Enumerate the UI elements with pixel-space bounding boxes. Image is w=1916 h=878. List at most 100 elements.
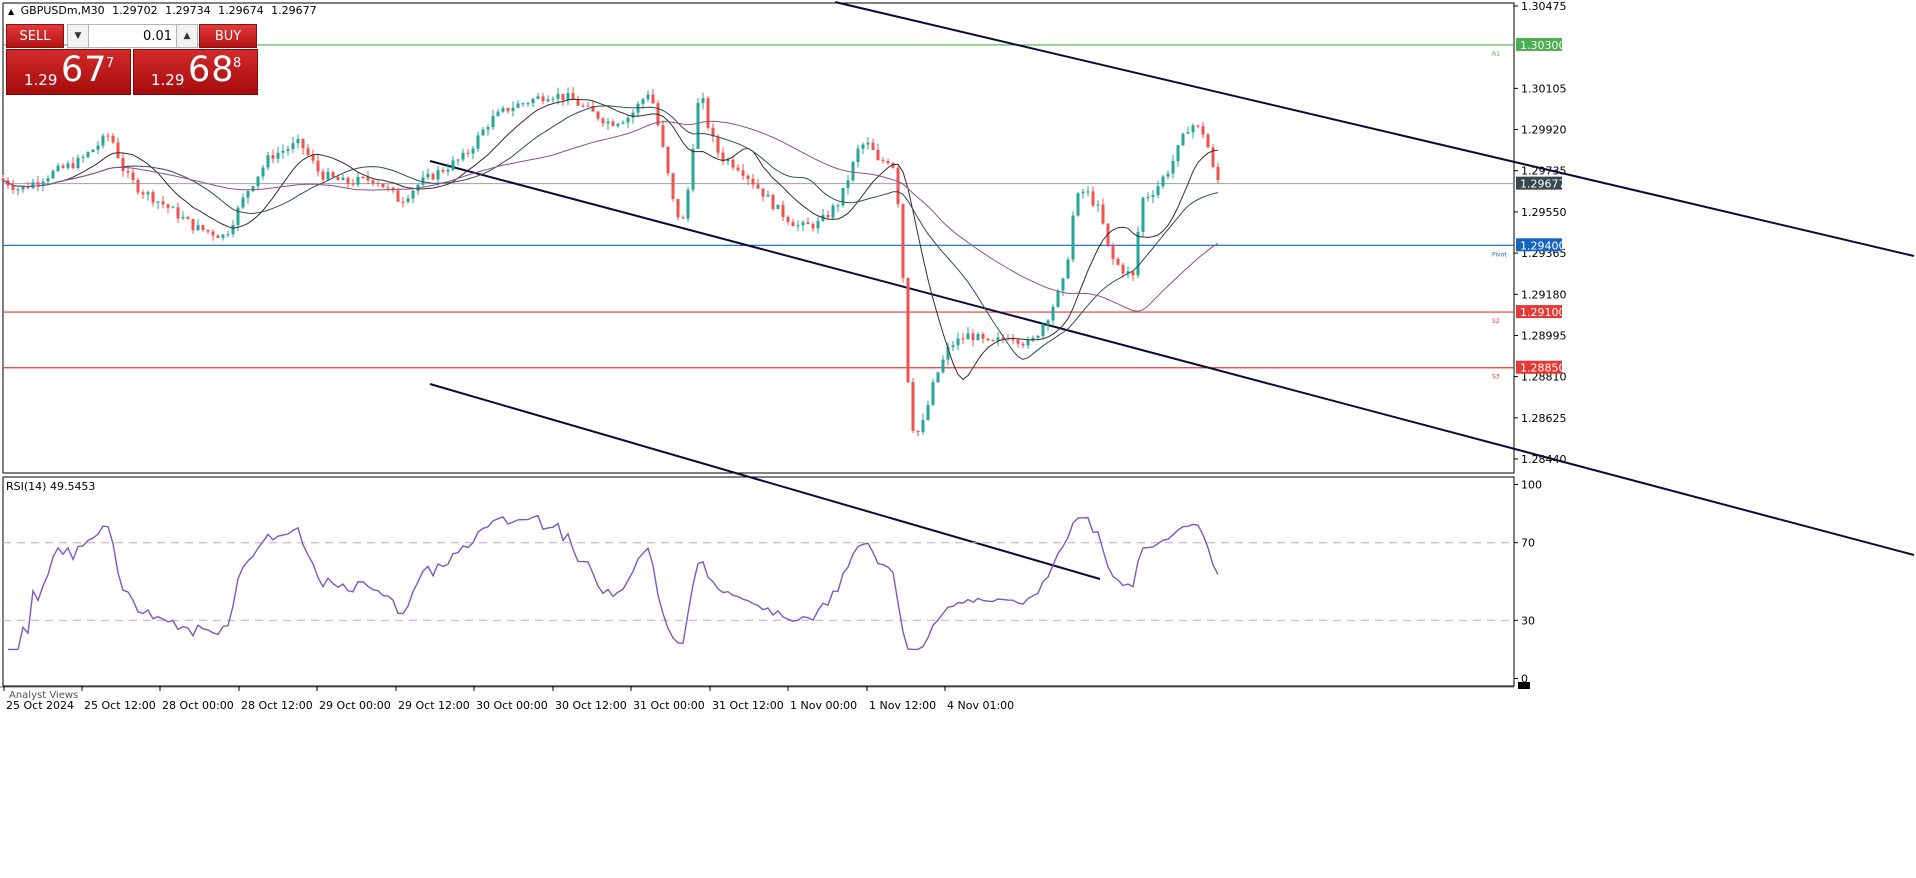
- candle-body: [556, 94, 560, 99]
- candle-body: [736, 167, 740, 171]
- candle-body: [831, 205, 835, 218]
- channel-upper-line[interactable]: [834, 1, 1915, 257]
- candle-body: [176, 207, 180, 219]
- candle-body: [1216, 166, 1220, 180]
- candle-body: [971, 333, 975, 341]
- candle-body: [746, 175, 750, 179]
- channel-lower-line[interactable]: [429, 383, 1101, 580]
- candle-body: [161, 201, 165, 205]
- candle-body: [46, 178, 50, 182]
- candle-body: [456, 159, 460, 161]
- candle-body: [251, 186, 255, 192]
- sell-price-box[interactable]: 1.29 67 7: [6, 49, 131, 95]
- x-tick-label: 25 Oct 12:00: [84, 699, 156, 712]
- candle-body: [336, 176, 340, 181]
- candle-body: [916, 430, 920, 433]
- candle-body: [646, 94, 650, 100]
- candle-body: [226, 234, 230, 236]
- candle-body: [1041, 324, 1045, 336]
- candle-body: [976, 333, 980, 341]
- candle-body: [136, 179, 140, 193]
- ohlc-low: 1.29674: [218, 4, 264, 17]
- sell-button[interactable]: SELL: [6, 24, 64, 48]
- candle-body: [1161, 176, 1165, 187]
- candle-body: [11, 185, 15, 190]
- candle-body: [516, 103, 520, 108]
- candle-body: [1196, 125, 1200, 127]
- candle-body: [696, 103, 700, 149]
- rsi-tick-label: 100: [1521, 479, 1542, 492]
- price-chart[interactable]: Analyst Views1.304751.301051.299201.2973…: [0, 0, 1916, 874]
- candle-body: [596, 111, 600, 119]
- candle-body: [1066, 259, 1070, 279]
- candle-body: [941, 359, 945, 373]
- candle-body: [296, 138, 300, 144]
- candle-body: [306, 148, 310, 155]
- candle-body: [966, 333, 970, 340]
- candle-body: [1081, 191, 1085, 194]
- candle-body: [1101, 204, 1105, 224]
- level-price-label: 1.28850: [1520, 362, 1566, 375]
- y-tick-label: 1.30475: [1521, 0, 1567, 13]
- ohlc-close: 1.29677: [271, 4, 317, 17]
- lot-increase-icon[interactable]: ▲: [176, 24, 198, 48]
- candle-body: [356, 176, 360, 185]
- ma-slow-line: [2, 120, 1219, 312]
- candle-body: [856, 148, 860, 162]
- candle-body: [956, 338, 960, 346]
- channel-middle-line[interactable]: [429, 160, 1915, 556]
- candle-body: [951, 345, 955, 348]
- candle-body: [911, 382, 915, 431]
- x-tick-label: 30 Oct 12:00: [555, 699, 627, 712]
- candle-body: [326, 172, 330, 180]
- candle-body: [291, 143, 295, 150]
- candle-body: [761, 188, 765, 197]
- candle-body: [611, 121, 615, 126]
- candle-body: [331, 172, 335, 177]
- candle-body: [1056, 290, 1060, 307]
- candle-body: [1176, 145, 1180, 162]
- chart-window[interactable]: Analyst Views 1.30475 1.30105 1.29920 1.2973…: [0, 0, 1916, 874]
- lot-size-input[interactable]: [89, 24, 176, 48]
- buy-price-prefix: 1.29: [151, 71, 185, 89]
- candle-body: [221, 234, 225, 238]
- x-tick-label: 4 Nov 01:00: [947, 699, 1014, 712]
- candle-body: [1171, 161, 1175, 174]
- candle-body: [561, 94, 565, 101]
- candle-body: [151, 192, 155, 203]
- candle-body: [1, 178, 5, 181]
- candle-body: [461, 152, 465, 160]
- candle-body: [851, 161, 855, 181]
- x-tick-label: 29 Oct 00:00: [319, 699, 391, 712]
- candle-body: [1021, 343, 1025, 346]
- candle-body: [1096, 204, 1100, 206]
- candle-body: [701, 98, 705, 104]
- candle-body: [661, 125, 665, 147]
- buy-price-box[interactable]: 1.29 68 8: [133, 49, 258, 95]
- candle-body: [691, 148, 695, 190]
- candle-body: [301, 138, 305, 149]
- candle-body: [276, 152, 280, 159]
- candle-body: [141, 192, 145, 195]
- y-tick-label: 1.29735: [1521, 165, 1567, 178]
- candle-body: [231, 225, 235, 235]
- buy-button[interactable]: BUY: [199, 24, 257, 48]
- candle-body: [766, 194, 770, 197]
- candle-body: [1166, 173, 1170, 177]
- candle-body: [76, 157, 80, 169]
- candle-body: [901, 204, 905, 279]
- candle-body: [286, 149, 290, 151]
- level-tag-r1: R1: [1492, 51, 1500, 58]
- candle-body: [111, 135, 115, 143]
- candle-body: [481, 129, 485, 136]
- candle-body: [41, 181, 45, 185]
- candle-body: [1136, 231, 1140, 276]
- candle-body: [201, 225, 205, 230]
- candle-body: [181, 216, 185, 219]
- collapse-triangle-icon[interactable]: ▲: [8, 7, 14, 16]
- candle-body: [256, 176, 260, 187]
- rsi-tick-label: 30: [1521, 614, 1535, 627]
- candle-body: [716, 136, 720, 153]
- candle-body: [156, 201, 160, 203]
- lot-decrease-icon[interactable]: ▼: [67, 24, 89, 48]
